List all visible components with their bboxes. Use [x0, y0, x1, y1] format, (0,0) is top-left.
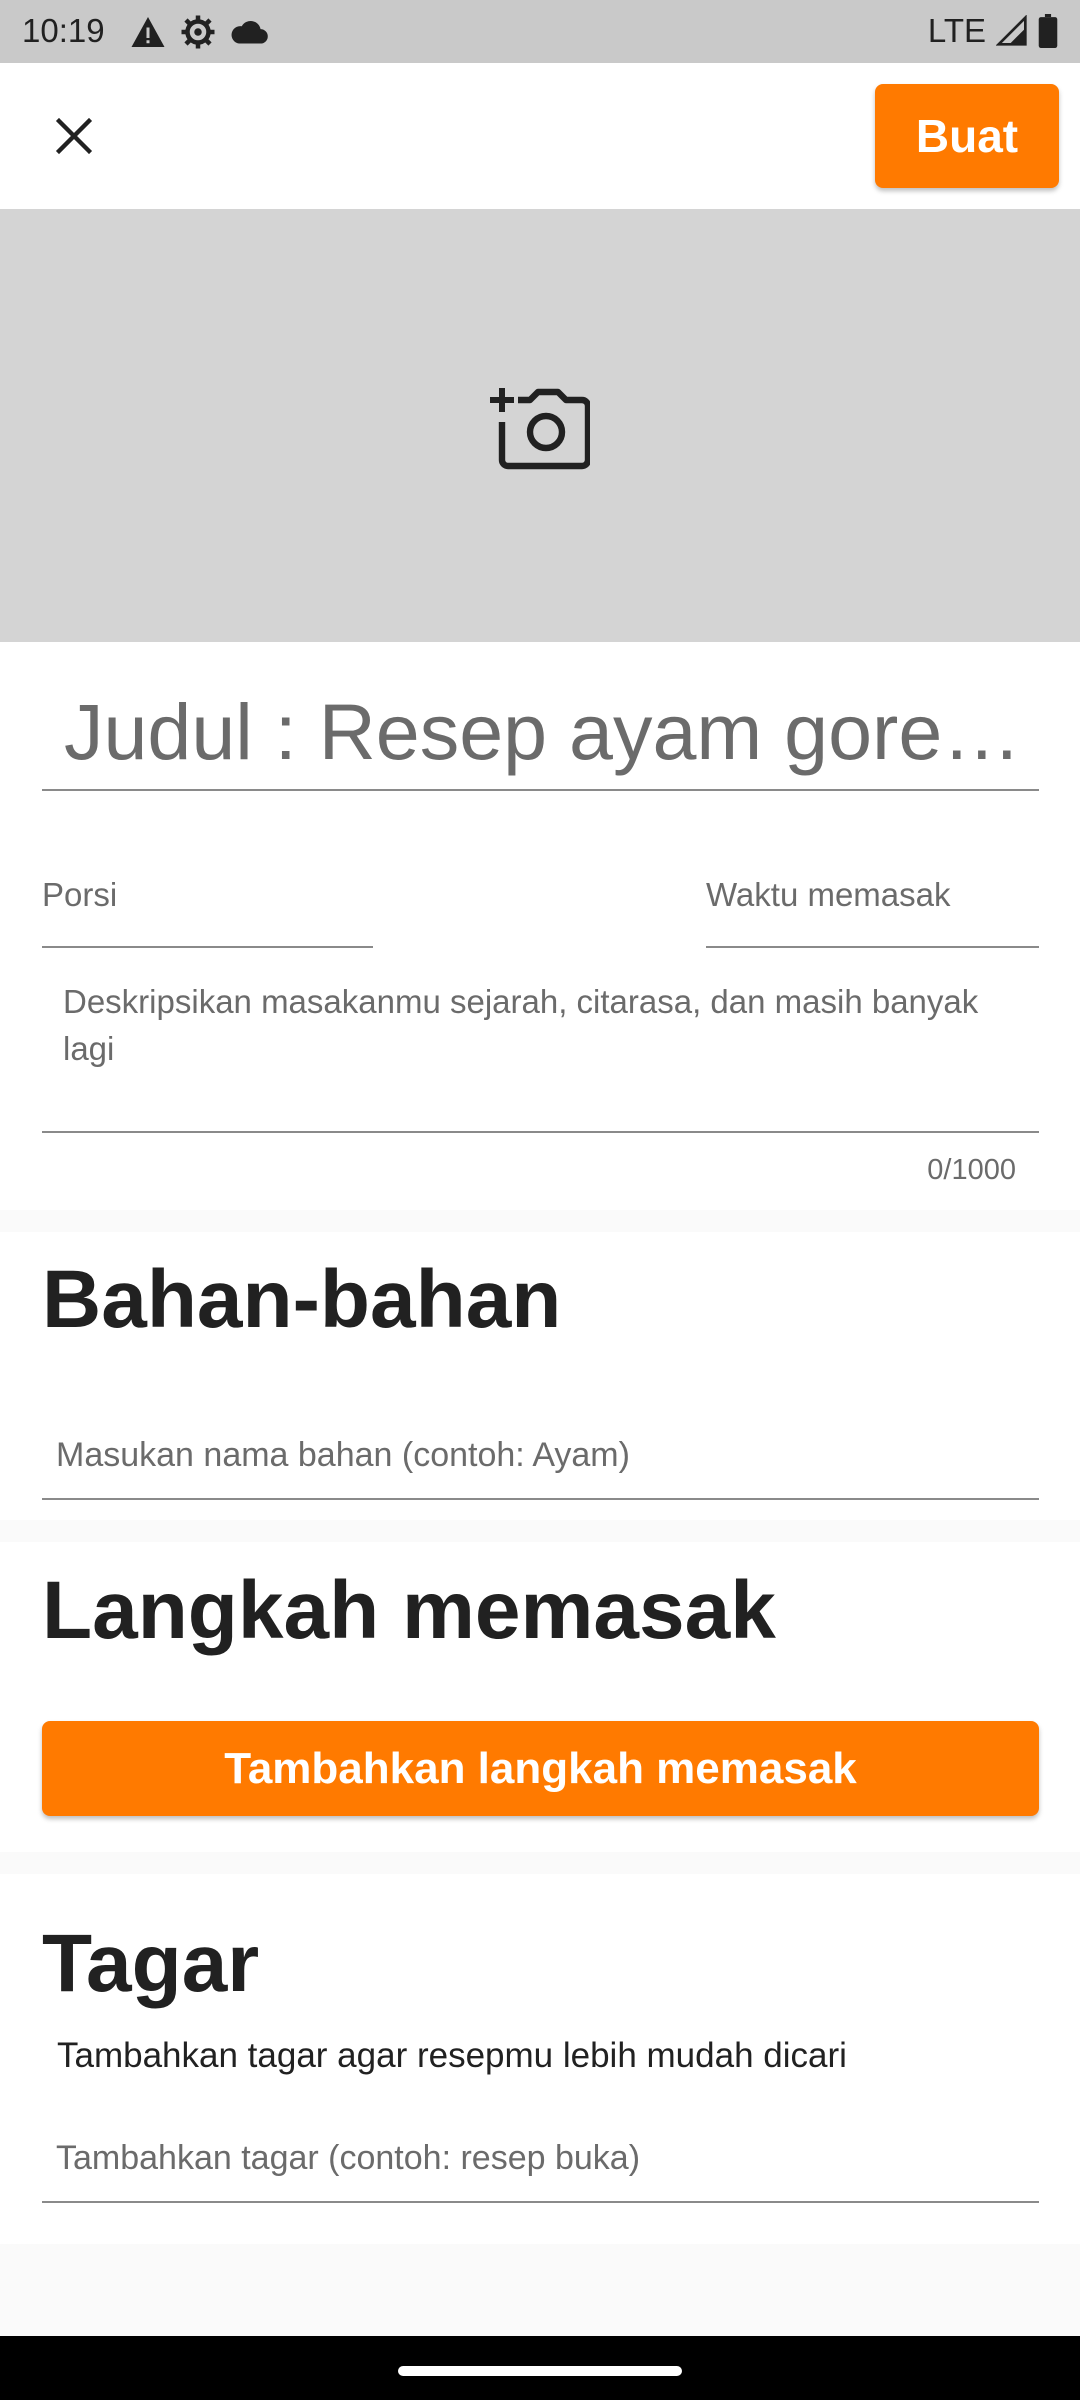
tags-hint: Tambahkan tagar agar resepmu lebih mudah… [57, 2036, 847, 2075]
app-bar: Buat [0, 63, 1080, 209]
create-button[interactable]: Buat [875, 84, 1059, 188]
status-icons-left [130, 14, 268, 50]
ingredients-heading: Bahan-bahan [42, 1254, 562, 1345]
description-field[interactable]: Deskripsikan masakanmu sejarah, citarasa… [42, 968, 1039, 1133]
tags-heading: Tagar [42, 1918, 260, 2009]
add-step-button[interactable]: Tambahkan langkah memasak [42, 1721, 1039, 1816]
settings-icon [181, 15, 215, 49]
cooking-time-field[interactable]: Waktu memasak [706, 858, 1039, 948]
status-icons-right: LTE [928, 12, 1058, 50]
portion-label: Porsi [42, 876, 118, 913]
close-icon [55, 117, 93, 155]
close-button[interactable] [44, 106, 104, 166]
tag-input[interactable]: Tambahkan tagar (contoh: resep buka) [42, 2103, 1039, 2203]
cooking-time-label: Waktu memasak [706, 876, 951, 913]
recipe-title-field[interactable]: Judul : Resep ayam goreng [42, 682, 1039, 791]
status-bar: 10:19 LTE [0, 0, 1080, 63]
status-time: 10:19 [22, 12, 105, 49]
signal-icon [996, 15, 1027, 46]
description-counter: 0/1000 [927, 1154, 1016, 1186]
tag-placeholder: Tambahkan tagar (contoh: resep buka) [56, 2139, 641, 2177]
portion-field[interactable]: Porsi [42, 858, 373, 948]
ingredient-input[interactable]: Masukan nama bahan (contoh: Ayam) [42, 1400, 1039, 1500]
steps-heading: Langkah memasak [42, 1565, 776, 1656]
ingredient-placeholder: Masukan nama bahan (contoh: Ayam) [56, 1436, 630, 1474]
cloud-icon [231, 20, 268, 44]
alert-icon [131, 17, 165, 47]
battery-icon [1038, 14, 1058, 48]
home-indicator[interactable] [398, 2366, 682, 2376]
recipe-title-text: Judul : Resep ayam goreng [64, 687, 1024, 776]
description-placeholder: Deskripsikan masakanmu sejarah, citarasa… [63, 983, 979, 1067]
network-type: LTE [927, 12, 986, 49]
add-photo-icon [490, 388, 590, 470]
